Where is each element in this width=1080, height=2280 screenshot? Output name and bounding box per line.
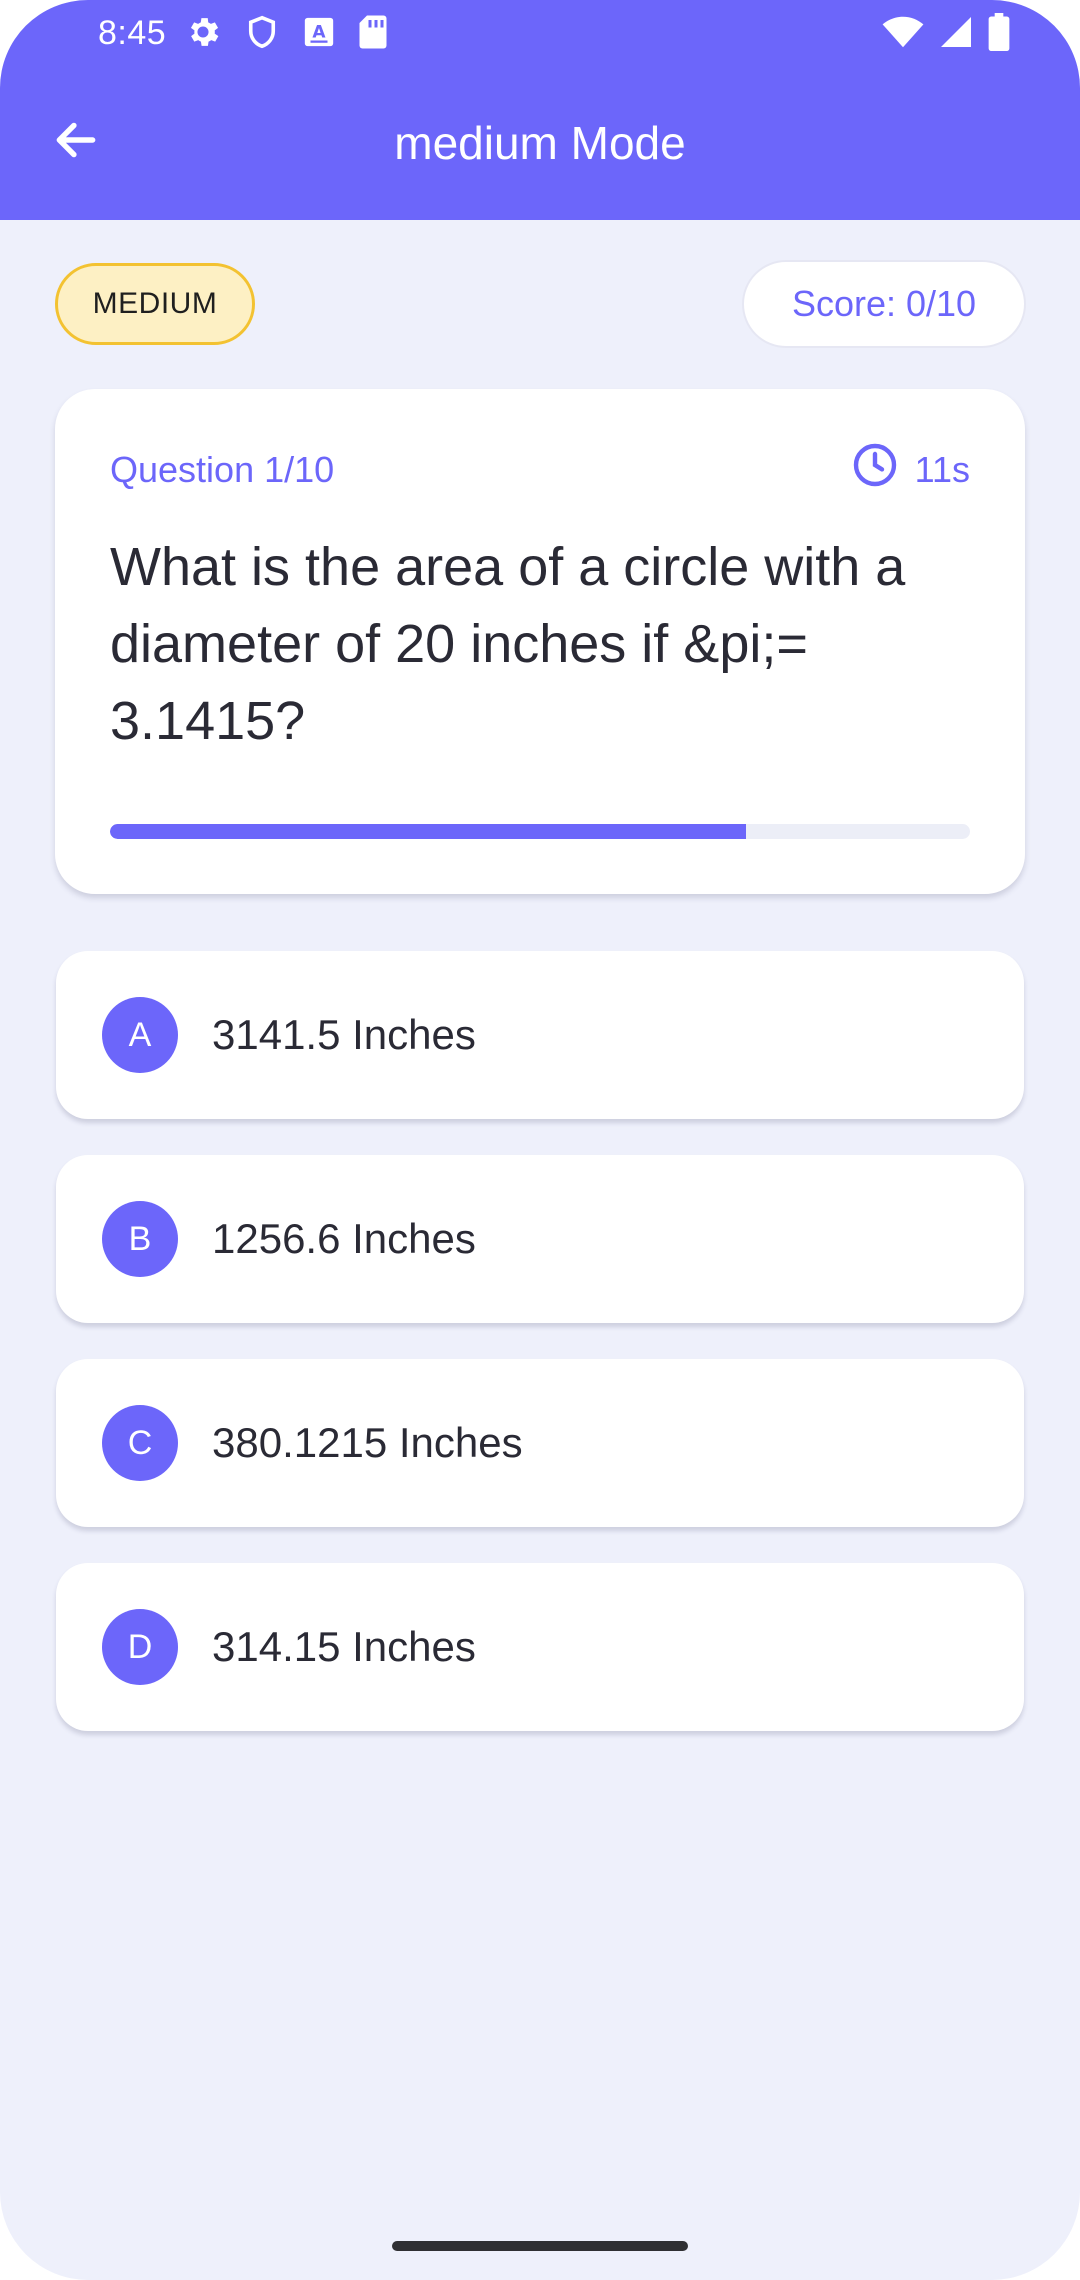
option-letter: C xyxy=(102,1405,178,1481)
page-title: medium Mode xyxy=(394,117,686,169)
quiz-screen: 8:45 A medium Mode MEDIUM Score: 0/10 Qu… xyxy=(0,0,1080,2280)
status-icons-left: A xyxy=(184,14,388,54)
a-keyboard-icon: A xyxy=(302,15,336,54)
option-letter: B xyxy=(102,1201,178,1277)
svg-text:A: A xyxy=(312,22,326,42)
option-a[interactable]: A 3141.5 Inches xyxy=(56,951,1024,1119)
status-time: 8:45 xyxy=(98,14,167,52)
option-text: 380.1215 Inches xyxy=(212,1419,523,1466)
gear-icon xyxy=(184,13,222,56)
shield-icon xyxy=(244,13,280,56)
question-card: Question 1/10 11s What is the area of a … xyxy=(55,389,1025,894)
timer: 11s xyxy=(851,441,970,498)
option-text: 3141.5 Inches xyxy=(212,1011,476,1058)
app-header: 8:45 A medium Mode xyxy=(0,0,1080,220)
wifi-icon xyxy=(882,15,924,54)
score-badge: Score: 0/10 xyxy=(742,260,1026,348)
status-icons-right xyxy=(882,12,1010,56)
option-d[interactable]: D 314.15 Inches xyxy=(56,1563,1024,1731)
signal-icon xyxy=(938,14,974,55)
option-text: 314.15 Inches xyxy=(212,1623,476,1670)
sd-card-icon xyxy=(358,14,388,55)
option-text: 1256.6 Inches xyxy=(212,1215,476,1262)
option-letter: D xyxy=(102,1609,178,1685)
timer-value: 11s xyxy=(914,448,970,490)
time-progress-fill xyxy=(110,824,747,839)
clock-icon xyxy=(851,441,899,498)
question-text: What is the area of a circle with a diam… xyxy=(110,537,906,751)
question-counter: Question 1/10 xyxy=(110,449,335,490)
option-letter: A xyxy=(102,997,178,1073)
home-indicator[interactable] xyxy=(392,2241,688,2251)
battery-icon xyxy=(988,12,1010,56)
difficulty-badge: MEDIUM xyxy=(55,263,255,345)
option-c[interactable]: C 380.1215 Inches xyxy=(56,1359,1024,1527)
answer-options: A 3141.5 Inches B 1256.6 Inches C 380.12… xyxy=(56,951,1024,1767)
time-progress-bar xyxy=(110,824,970,839)
option-b[interactable]: B 1256.6 Inches xyxy=(56,1155,1024,1323)
